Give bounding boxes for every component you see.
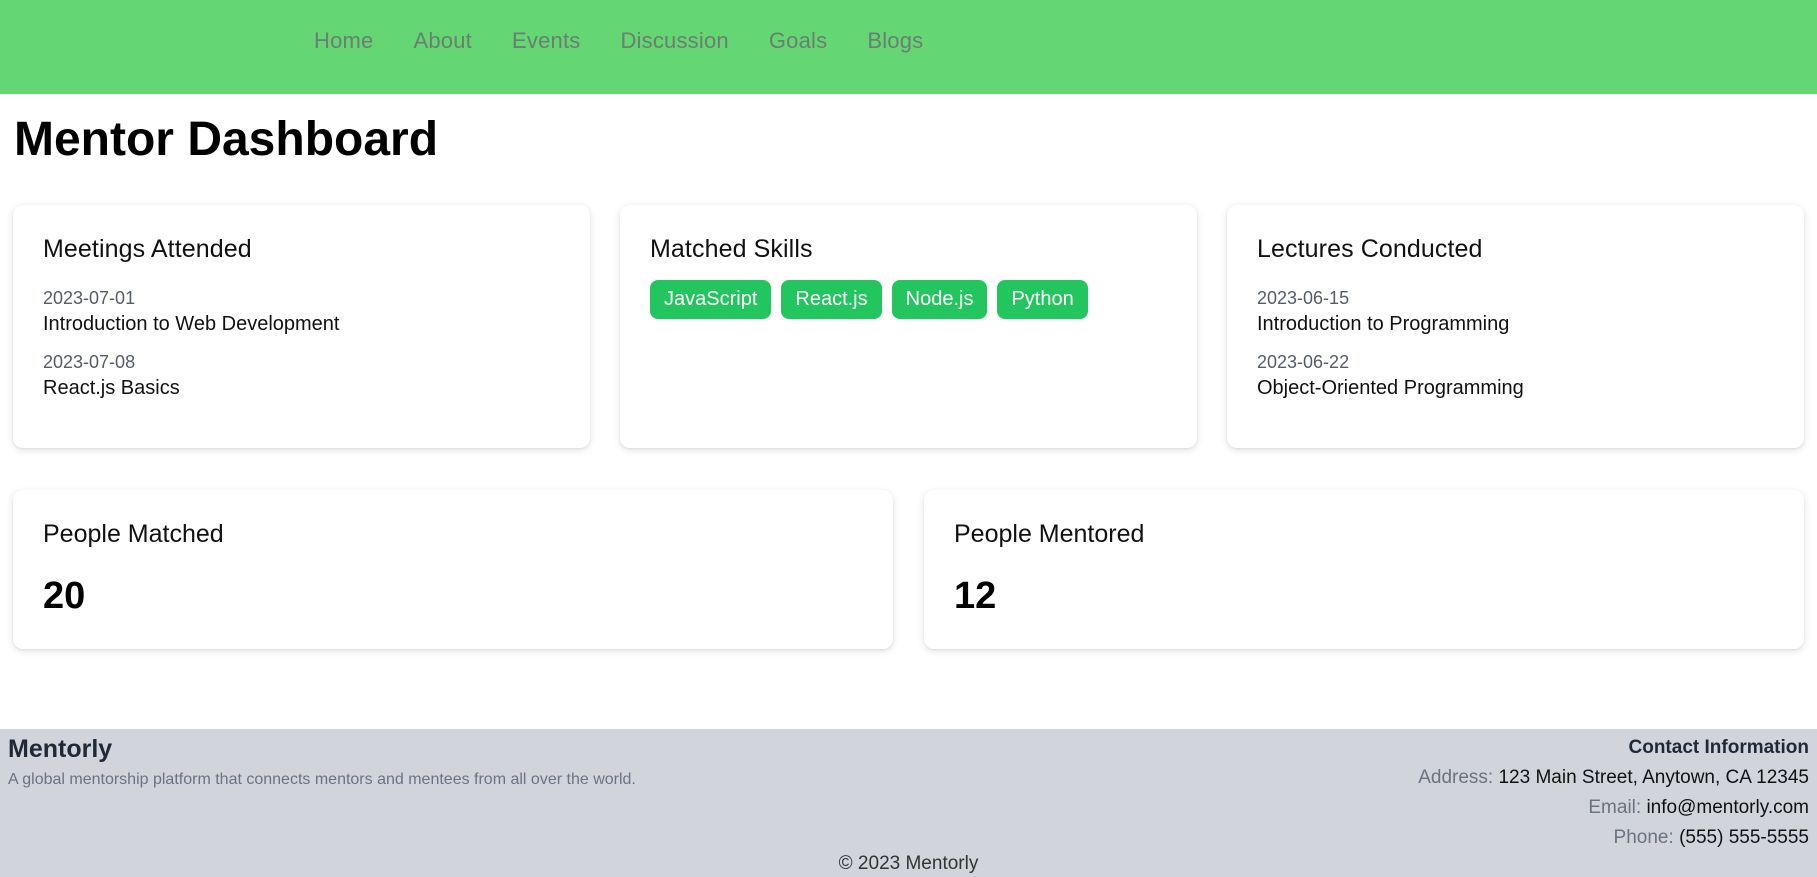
skill-tag-nodejs: Node.js xyxy=(891,280,988,319)
contact-heading: Contact Information xyxy=(1628,737,1810,758)
people-matched-value: 20 xyxy=(43,575,86,617)
meetings-card: Meetings Attended 2023-07-01 Introductio… xyxy=(13,205,590,448)
lecture-date: 2023-06-15 xyxy=(1257,288,1350,308)
skill-tag-javascript: JavaScript xyxy=(650,280,772,319)
page-title: Mentor Dashboard xyxy=(14,113,439,166)
phone-label: Phone: xyxy=(1613,827,1674,848)
address-value: 123 Main Street, Anytown, CA 12345 xyxy=(1498,767,1809,788)
contact-address: Address: 123 Main Street, Anytown, CA 12… xyxy=(1418,763,1809,793)
meeting-title: Introduction to Web Development xyxy=(43,313,340,335)
people-mentored-card: People Mentored 12 xyxy=(924,490,1804,649)
nav-link-home[interactable]: Home xyxy=(314,28,374,54)
top-nav: Home About Events Discussion Goals Blogs xyxy=(0,0,1817,94)
footer-tagline: A global mentorship platform that connec… xyxy=(8,771,636,788)
lecture-title: Object-Oriented Programming xyxy=(1257,377,1524,399)
lectures-card-title: Lectures Conducted xyxy=(1257,235,1483,263)
contact-information: Contact Information Address: 123 Main St… xyxy=(1418,733,1809,853)
lecture-date: 2023-06-22 xyxy=(1257,352,1350,372)
people-mentored-label: People Mentored xyxy=(954,520,1145,548)
nav-link-discussion[interactable]: Discussion xyxy=(620,28,728,54)
footer-brand: Mentorly xyxy=(8,735,113,763)
nav-link-goals[interactable]: Goals xyxy=(769,28,827,54)
lecture-entry: 2023-06-22 Object-Oriented Programming xyxy=(1257,350,1774,402)
nav-link-blogs[interactable]: Blogs xyxy=(867,28,923,54)
people-matched-label: People Matched xyxy=(43,520,224,548)
people-matched-card: People Matched 20 xyxy=(13,490,893,649)
meeting-date: 2023-07-08 xyxy=(43,352,136,372)
contact-email: Email: info@mentorly.com xyxy=(1418,793,1809,823)
skill-tag-list: JavaScript React.js Node.js Python xyxy=(650,280,1167,319)
address-label: Address: xyxy=(1418,767,1494,788)
lecture-title: Introduction to Programming xyxy=(1257,313,1510,335)
footer-copyright: © 2023 Mentorly xyxy=(838,853,979,874)
email-label: Email: xyxy=(1588,797,1642,818)
site-footer: Mentorly A global mentorship platform th… xyxy=(0,729,1817,877)
skills-card: Matched Skills JavaScript React.js Node.… xyxy=(620,205,1197,448)
nav-link-events[interactable]: Events xyxy=(512,28,580,54)
skill-tag-reactjs: React.js xyxy=(781,280,882,319)
meeting-title: React.js Basics xyxy=(43,377,180,399)
nav-link-about[interactable]: About xyxy=(414,28,473,54)
meeting-date: 2023-07-01 xyxy=(43,288,136,308)
email-value[interactable]: info@mentorly.com xyxy=(1646,797,1809,818)
meetings-card-title: Meetings Attended xyxy=(43,235,252,263)
meeting-entry: 2023-07-01 Introduction to Web Developme… xyxy=(43,286,560,338)
skill-tag-python: Python xyxy=(997,280,1088,319)
meeting-entry: 2023-07-08 React.js Basics xyxy=(43,350,560,402)
lectures-card: Lectures Conducted 2023-06-15 Introducti… xyxy=(1227,205,1804,448)
skills-card-title: Matched Skills xyxy=(650,235,813,263)
phone-value: (555) 555-5555 xyxy=(1679,827,1809,848)
people-mentored-value: 12 xyxy=(954,575,997,617)
contact-phone: Phone: (555) 555-5555 xyxy=(1418,823,1809,853)
lecture-entry: 2023-06-15 Introduction to Programming xyxy=(1257,286,1774,338)
